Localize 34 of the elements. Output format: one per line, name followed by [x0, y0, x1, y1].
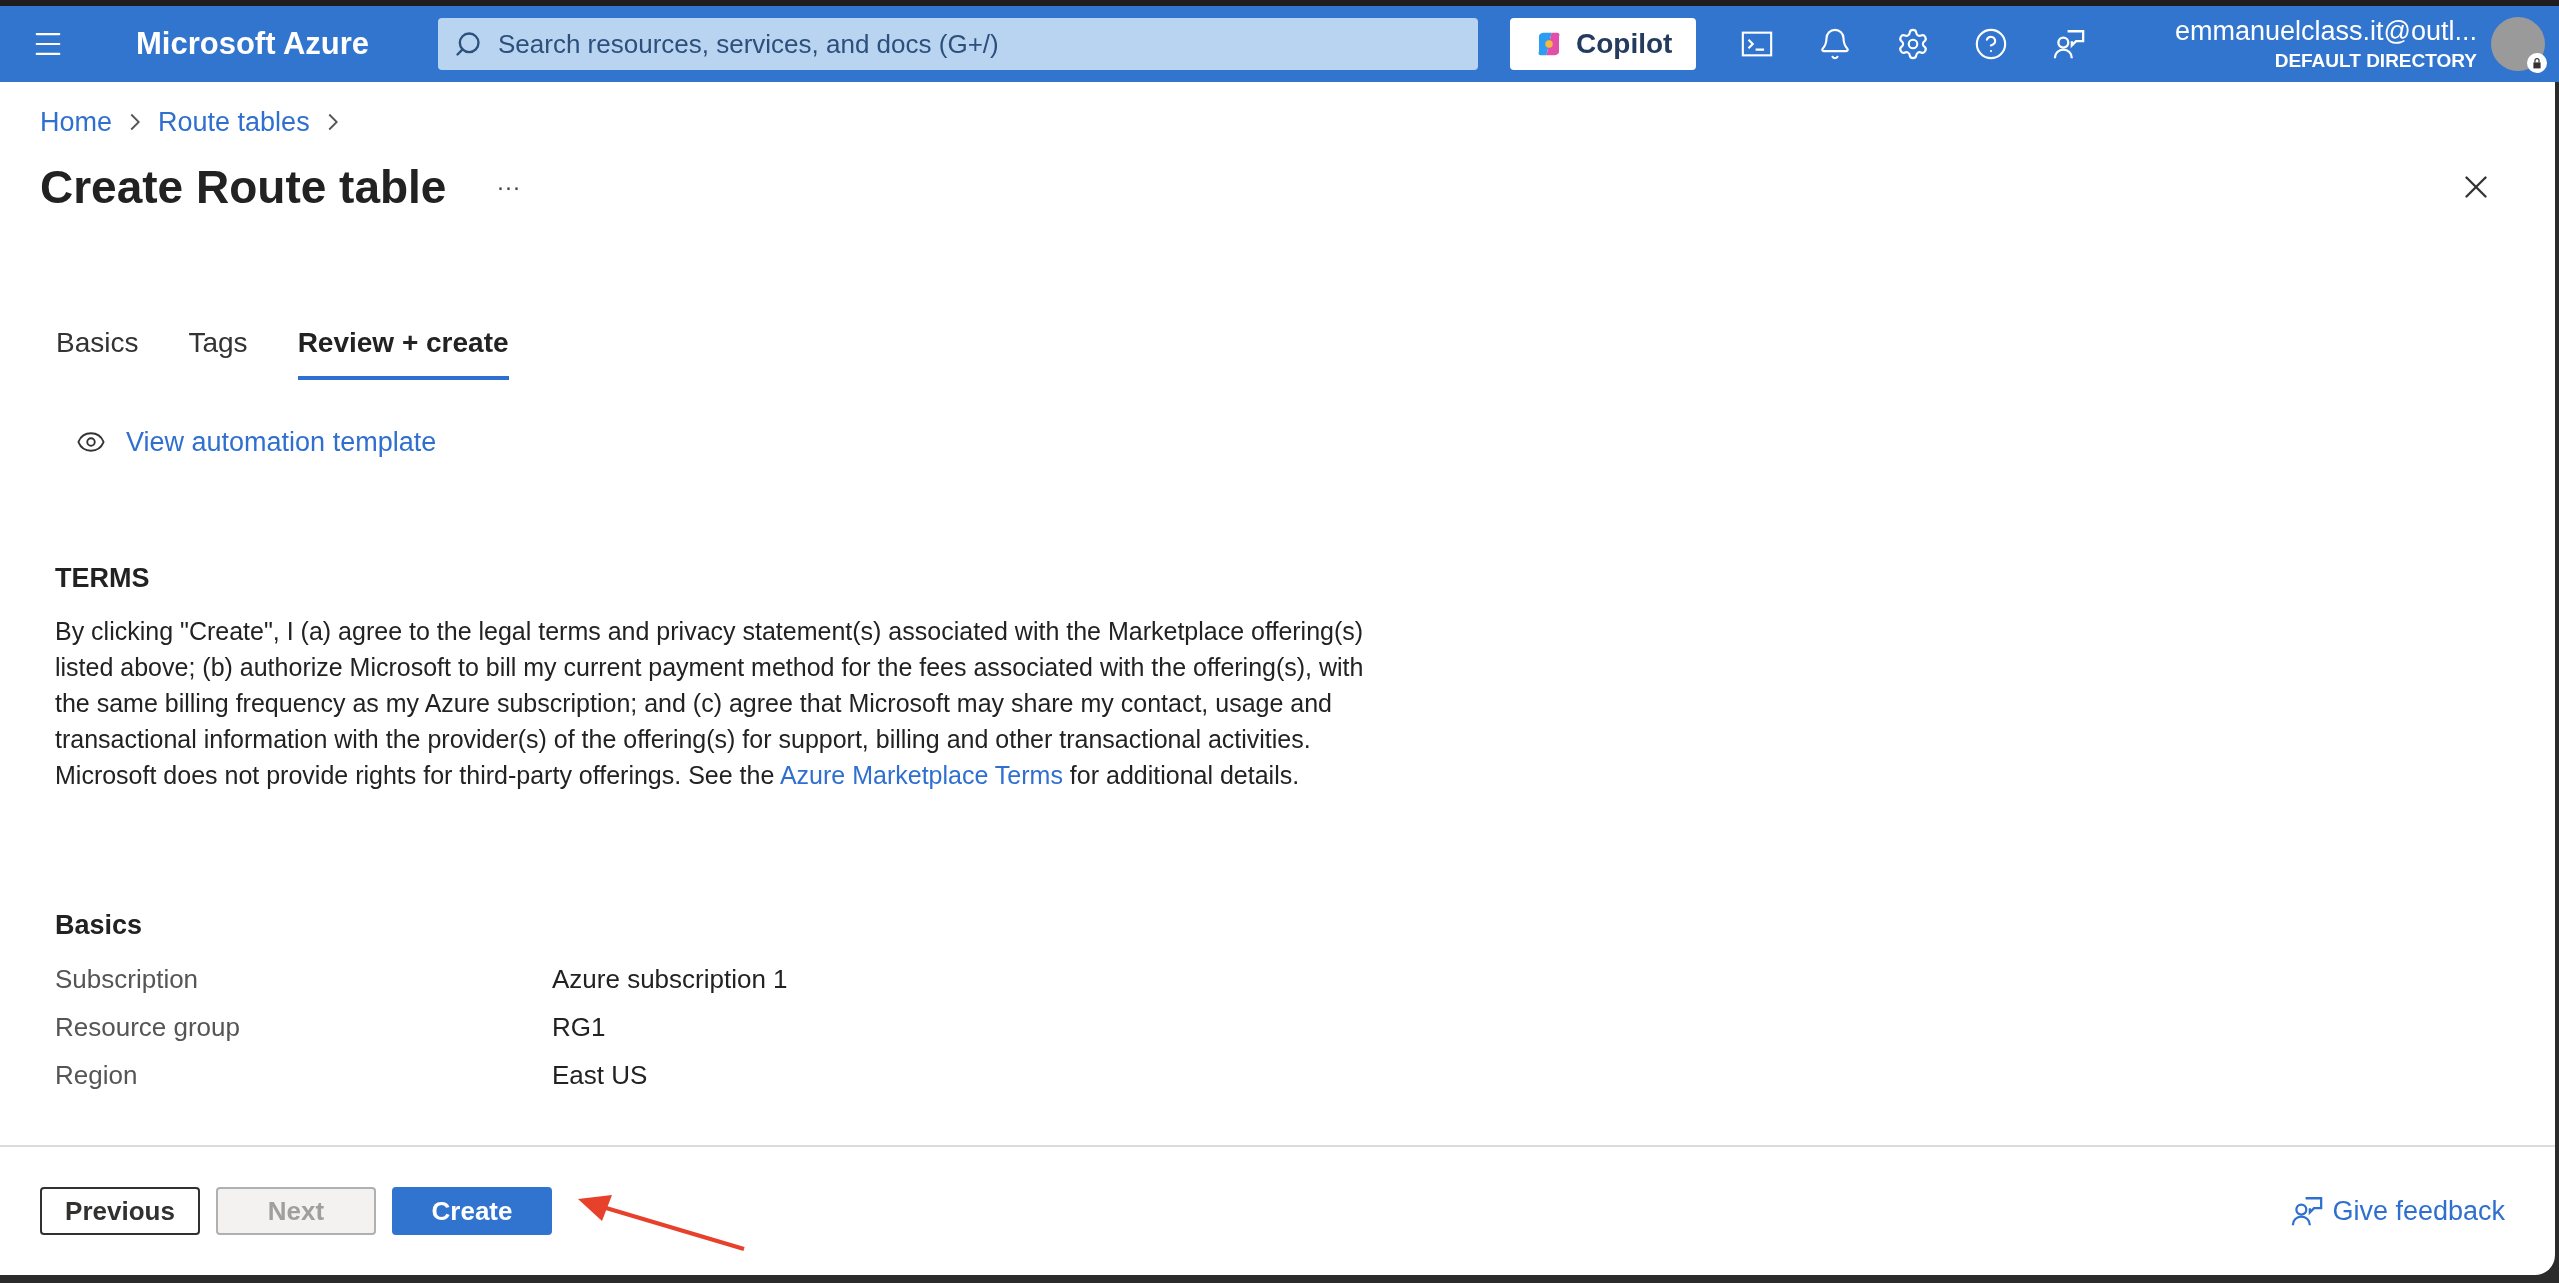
field-label: Region — [55, 1058, 139, 1092]
field-value: Azure subscription 1 — [552, 962, 788, 996]
chevron-icon — [130, 113, 141, 132]
tab[interactable]: Basics — [56, 321, 139, 380]
marketplace-terms-link[interactable]: Azure Marketplace Terms — [779, 760, 1063, 789]
copilot-button[interactable]: Copilot — [1510, 18, 1697, 70]
search-icon — [454, 30, 482, 58]
user-email[interactable]: emmanuelclass.it@outl... — [2174, 15, 2477, 49]
automation-template-link[interactable]: View automation template — [126, 421, 437, 462]
more-button[interactable]: ··· — [496, 169, 521, 205]
terms-paragraph: By clicking "Create", I (a) agree to the legal terms and privacy statement(s) associated with the Marketplace offering(s) listed above; (b) authorize Microsoft to bill my current payment method for the fees associated with the offering(s), with the same billing frequency as my Azure subscription; and (c) agree that Microsoft may share my contact, usage and transactional information with the provider(s) of the offering(s) for support, billing and other transactional activities. Microsoft does not provide rights for third-party offerings. See the Azure Marketplace Terms for additional details. — [55, 615, 1365, 791]
chevron-icon — [327, 113, 338, 132]
tab[interactable]: Review + create — [297, 321, 509, 380]
tab[interactable]: Tags — [188, 321, 248, 380]
brand-name: Microsoft Azure — [136, 24, 371, 63]
breadcrumb-link[interactable]: Route tables — [158, 102, 310, 143]
search-field[interactable]: Search resources, services, and docs (G+/) — [438, 18, 1478, 70]
feedback-icon — [2290, 1194, 2325, 1228]
field-label: Subscription — [55, 962, 200, 996]
field-label: Resource group — [55, 1010, 241, 1044]
create-button[interactable]: Create — [392, 1187, 552, 1235]
give-feedback-link[interactable]: Give feedback — [2290, 1190, 2505, 1232]
field-value: RG1 — [552, 1010, 606, 1044]
page-title: Create Route table — [40, 159, 447, 215]
navigation-button[interactable]: Previous — [40, 1187, 200, 1235]
basics-heading: Basics — [55, 908, 144, 942]
help-icon[interactable] — [1974, 27, 2009, 61]
avatar[interactable] — [2491, 17, 2545, 71]
directory-name: DEFAULT DIRECTORY — [2274, 49, 2477, 73]
feedback-icon — [2052, 27, 2087, 61]
lock-icon — [2527, 53, 2547, 73]
breadcrumb-link[interactable]: Home — [40, 102, 113, 143]
field-value: East US — [552, 1058, 648, 1092]
terms-heading: TERMS — [55, 562, 151, 595]
